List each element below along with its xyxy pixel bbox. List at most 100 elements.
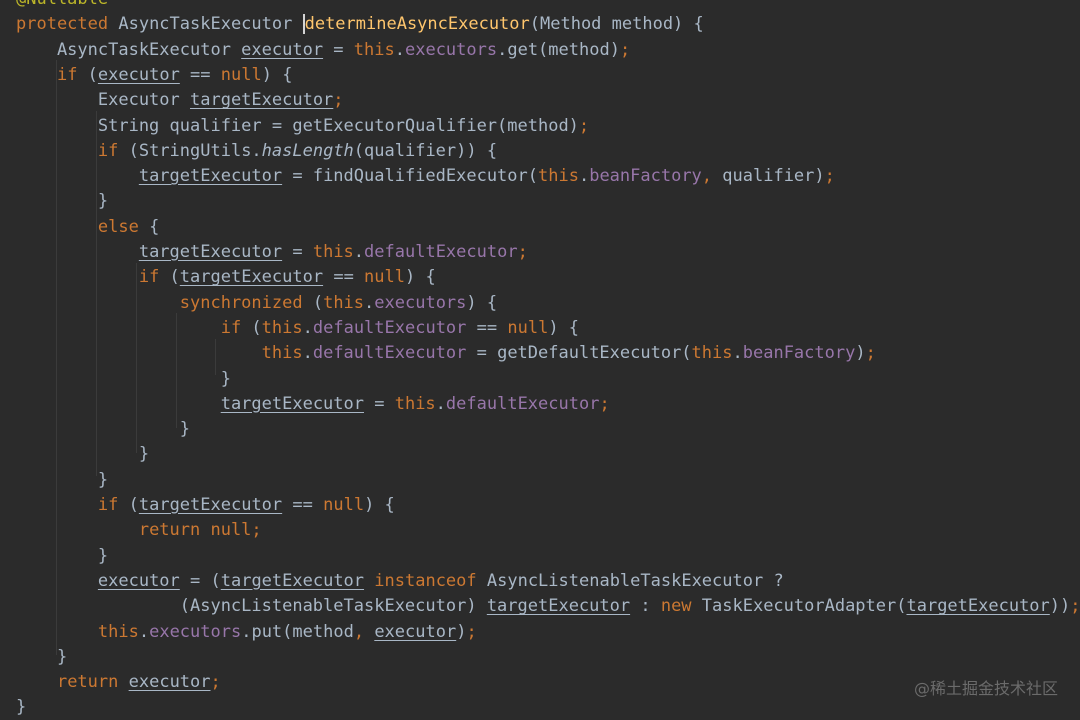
code-token: . xyxy=(302,317,313,338)
code-token: executor xyxy=(97,570,180,591)
code-token: (StringUtils. xyxy=(118,140,262,161)
code-line[interactable]: if (targetExecutor == null) { xyxy=(16,265,436,290)
code-line[interactable]: String qualifier = getExecutorQualifier(… xyxy=(16,114,589,139)
code-line[interactable]: if (executor == null) { xyxy=(16,63,292,88)
code-token: targetExecutor xyxy=(906,596,1050,617)
code-token: protected xyxy=(16,14,109,35)
code-token: : xyxy=(630,596,661,617)
code-token: executors xyxy=(149,621,242,642)
code-line[interactable]: targetExecutor = findQualifiedExecutor(t… xyxy=(16,164,835,189)
code-line[interactable]: (AsyncListenableTaskExecutor) targetExec… xyxy=(16,594,1080,619)
code-token: executors xyxy=(374,292,467,313)
code-line[interactable]: targetExecutor = this.defaultExecutor; xyxy=(16,392,610,417)
code-token: = xyxy=(364,393,395,414)
code-token: } xyxy=(16,191,109,212)
code-token: ; xyxy=(466,621,477,642)
code-line[interactable]: executor = (targetExecutor instanceof As… xyxy=(16,569,784,594)
code-token: defaultExecutor xyxy=(312,343,467,364)
code-token: = ( xyxy=(179,570,221,591)
code-editor[interactable]: @Nullable protected AsyncTaskExecutor det… xyxy=(0,0,1080,719)
code-token: else xyxy=(97,216,139,237)
code-token: ; xyxy=(619,39,631,60)
code-line[interactable]: return null; xyxy=(16,518,262,543)
code-token: . xyxy=(138,621,150,642)
code-token: this xyxy=(394,393,436,414)
code-token: ) { xyxy=(261,64,293,85)
code-line[interactable]: targetExecutor = this.defaultExecutor; xyxy=(16,240,528,265)
code-token: ) { xyxy=(405,267,436,288)
code-token: beanFactory xyxy=(742,343,856,364)
code-token: String qualifier = getExecutorQualifier(… xyxy=(16,115,579,136)
code-token: return xyxy=(56,672,119,693)
code-token: } xyxy=(16,697,27,718)
code-token: Executor xyxy=(16,90,190,111)
code-token: this xyxy=(538,166,579,187)
code-line[interactable]: @Nullable xyxy=(16,0,108,12)
code-line[interactable]: if (targetExecutor == null) { xyxy=(16,493,395,518)
code-token: ; xyxy=(333,90,344,111)
code-line[interactable]: if (StringUtils.hasLength(qualifier)) { xyxy=(16,139,497,164)
code-token: = xyxy=(282,242,313,262)
code-token: . xyxy=(302,343,313,364)
code-token: targetExecutor xyxy=(220,393,364,414)
code-line[interactable]: this.defaultExecutor = getDefaultExecuto… xyxy=(16,341,876,366)
code-token: .get(method) xyxy=(497,39,620,60)
code-token: TaskExecutorAdapter( xyxy=(691,596,907,617)
code-token: ; xyxy=(1070,596,1080,617)
code-token: this xyxy=(312,242,354,262)
code-line[interactable]: this.executors.put(method, executor); xyxy=(16,620,477,645)
code-token: ( xyxy=(77,64,98,85)
code-line[interactable]: } xyxy=(16,417,190,442)
code-token: == xyxy=(179,64,221,85)
code-token: == xyxy=(466,317,508,338)
code-token: if xyxy=(220,317,242,338)
code-token: this xyxy=(323,292,365,313)
code-token: defaultExecutor xyxy=(445,393,600,414)
code-token: ) { xyxy=(466,292,498,313)
code-token: == xyxy=(282,495,324,515)
code-line[interactable]: if (this.defaultExecutor == null) { xyxy=(16,316,579,341)
code-line[interactable]: } xyxy=(16,645,67,670)
code-token: executor xyxy=(128,672,211,693)
code-line[interactable]: else { xyxy=(16,215,159,240)
code-line[interactable]: } xyxy=(16,367,231,392)
code-token: instanceof xyxy=(374,570,477,591)
code-token: (Method method) { xyxy=(529,14,704,35)
code-token: AsyncTaskExecutor xyxy=(16,39,242,60)
code-token: , xyxy=(353,621,365,642)
code-line[interactable]: } xyxy=(16,189,108,214)
code-token: , xyxy=(701,166,713,187)
code-line[interactable]: } xyxy=(16,544,108,569)
code-token: if xyxy=(97,140,119,161)
code-token: targetExecutor xyxy=(220,570,365,591)
code-token: AsyncListenableTaskExecutor ? xyxy=(476,570,784,591)
code-line[interactable]: synchronized (this.executors) { xyxy=(16,291,497,316)
code-token: targetExecutor xyxy=(138,166,283,187)
code-token: beanFactory xyxy=(589,166,702,187)
code-line[interactable]: AsyncTaskExecutor executor = this.execut… xyxy=(16,38,630,63)
code-line[interactable]: } xyxy=(16,695,26,720)
code-token: if xyxy=(97,495,119,515)
code-token: } xyxy=(16,368,231,389)
code-token: null xyxy=(220,64,262,85)
code-token: (qualifier)) { xyxy=(353,140,498,161)
code-line[interactable]: protected AsyncTaskExecutor determineAsy… xyxy=(16,12,704,37)
code-token: defaultExecutor xyxy=(364,242,518,262)
code-line[interactable]: } xyxy=(16,468,108,493)
code-token: executor xyxy=(374,621,457,642)
code-line[interactable]: } xyxy=(16,442,149,467)
code-token: . xyxy=(364,292,375,313)
code-line[interactable]: return executor; xyxy=(16,670,221,695)
code-token: )) xyxy=(1049,596,1071,617)
code-line[interactable]: Executor targetExecutor; xyxy=(16,88,344,113)
code-token: executor xyxy=(241,39,324,60)
code-token: this xyxy=(353,39,395,60)
